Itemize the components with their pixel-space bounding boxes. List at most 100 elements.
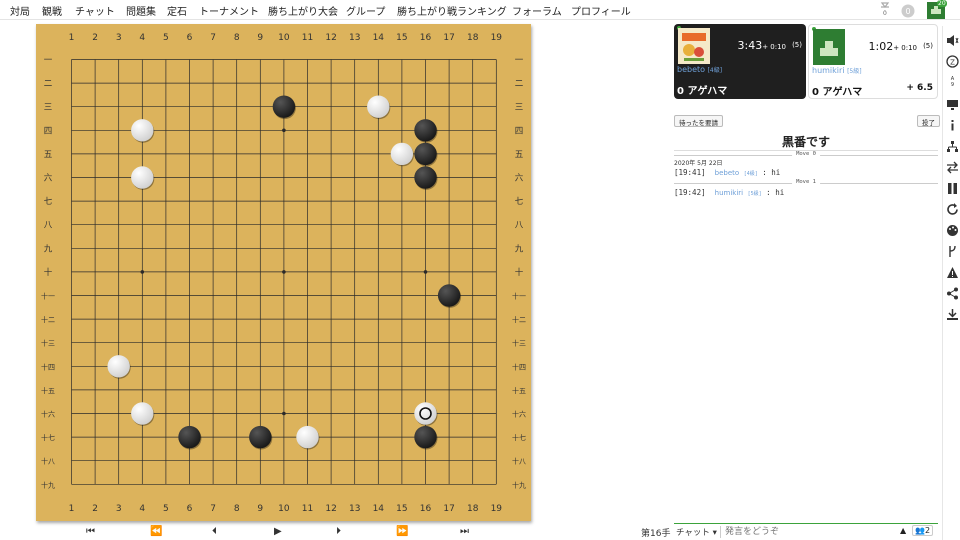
black-stone[interactable] [414, 142, 437, 166]
black-stone[interactable] [178, 425, 201, 449]
fork-icon[interactable] [946, 245, 959, 258]
column-label: 18 [467, 504, 479, 514]
black-stone[interactable] [249, 425, 272, 449]
white-stone[interactable] [390, 142, 414, 166]
chat-users-button[interactable]: 👥2 [912, 525, 934, 536]
column-label: 5 [163, 504, 169, 514]
black-player-clock: 3:43+ 0:10 [737, 39, 786, 52]
black-stone[interactable] [437, 284, 461, 307]
present-icon[interactable] [946, 98, 959, 111]
chat-username[interactable]: humikiri [715, 189, 743, 197]
chevron-up-icon[interactable]: ▲ [900, 526, 906, 535]
chat-message: [19:42] humikiri [5級] : hi [674, 188, 785, 197]
chat-username[interactable]: bebeto [715, 169, 740, 177]
go-board[interactable]: 1 1 2 2 3 3 4 4 5 5 6 6 7 7 8 8 9 9 10 10 11 11 12 12 13 13 14 14 15… [36, 24, 531, 521]
svg-text:9: 9 [951, 82, 954, 87]
white-stone[interactable] [107, 355, 130, 378]
resign-button[interactable]: 投了 [917, 115, 940, 127]
column-label: 8 [234, 33, 240, 43]
go-board-svg[interactable]: 1122334455667788991010111112121313141415… [36, 24, 531, 521]
white-captures: 0 アゲハマ [812, 87, 863, 98]
white-stone[interactable] [131, 402, 154, 425]
column-label: 4 [139, 504, 145, 514]
black-stone[interactable] [414, 425, 437, 449]
nav-groups[interactable]: グループ [346, 3, 385, 18]
row-label: 六 [515, 173, 524, 184]
nav-ladder-ranking[interactable]: 勝ち上がり戦ランキング [397, 3, 507, 18]
chat-date: 2020年 5月 22日 [674, 160, 723, 167]
refresh-icon[interactable] [946, 203, 959, 216]
info-icon[interactable] [946, 119, 959, 132]
komi-value: + 6.5 [906, 83, 933, 93]
column-label: 11 [302, 33, 313, 43]
download-icon[interactable] [946, 308, 959, 321]
first-move-button[interactable]: ⏮ [86, 526, 95, 537]
forward-ten-button[interactable]: ⏩ [396, 526, 408, 537]
white-player-avatar[interactable] [813, 29, 845, 65]
row-label: 十 [515, 267, 524, 278]
white-player-name[interactable]: humikiri [5級] [812, 66, 862, 75]
white-stone[interactable] [367, 95, 390, 118]
black-player-card[interactable]: bebeto [4級] 3:43+ 0:10 (5) 0 アゲハマ [674, 24, 806, 99]
nav-tournaments[interactable]: トーナメント [199, 3, 259, 18]
playback-controls: ⏮ ⏪ ⏴ ▶ ⏵ ⏩ ⏭ [36, 526, 531, 540]
tree-icon[interactable] [946, 140, 959, 153]
black-stone[interactable] [414, 119, 437, 142]
chat-input[interactable] [720, 526, 892, 538]
chat-channel-dropdown[interactable]: チャット ▾ [676, 526, 717, 538]
white-periods: (5) [923, 42, 933, 50]
share-icon[interactable] [946, 287, 959, 300]
row-label: 十二 [512, 315, 526, 324]
nav-profile[interactable]: プロフィール [571, 3, 631, 18]
white-stone[interactable] [131, 119, 154, 142]
white-stone[interactable] [414, 402, 437, 425]
font-size-icon[interactable]: A9 [946, 74, 959, 87]
column-label: 18 [467, 33, 479, 43]
nav-puzzles[interactable]: 問題集 [126, 3, 156, 18]
column-label: 5 [163, 33, 169, 43]
black-stone[interactable] [414, 166, 437, 189]
white-stone[interactable] [131, 166, 154, 189]
nav-ladder-tournament[interactable]: 勝ち上がり大会 [268, 3, 338, 18]
column-label: 7 [210, 33, 216, 43]
nav-forum[interactable]: フォーラム [512, 3, 562, 18]
row-label: 十五 [41, 386, 55, 395]
black-player-name[interactable]: bebeto [4級] [677, 65, 722, 74]
previous-move-button[interactable]: ⏴ [212, 526, 217, 537]
swap-icon[interactable] [946, 161, 959, 174]
black-player-avatar[interactable] [678, 28, 710, 64]
nav-chat[interactable]: チャット [75, 3, 115, 18]
column-label: 11 [302, 504, 313, 514]
row-label: 十七 [41, 433, 55, 442]
request-undo-button[interactable]: 待ったを要請 [674, 115, 723, 127]
nav-joseki[interactable]: 定石 [167, 3, 187, 18]
column-label: 4 [139, 33, 145, 43]
report-icon[interactable] [946, 266, 959, 279]
settings-circle-icon[interactable]: 0 [901, 3, 915, 22]
zen-mode-icon[interactable]: Z [946, 55, 959, 68]
nav-play[interactable]: 対局 [10, 3, 30, 18]
last-move-button[interactable]: ⏭ [460, 526, 469, 537]
column-label: 12 [325, 33, 336, 43]
palette-icon[interactable] [946, 224, 959, 237]
pause-icon[interactable] [946, 182, 959, 195]
column-label: 19 [491, 33, 503, 43]
row-label: 八 [515, 221, 524, 231]
row-label: 七 [515, 197, 524, 207]
column-label: 8 [234, 504, 240, 514]
users-icon: 👥 [915, 526, 925, 535]
play-button[interactable]: ▶ [274, 526, 282, 537]
move-number: 第16手 [641, 529, 671, 539]
row-label: 十七 [512, 433, 526, 442]
nav-watch[interactable]: 観戦 [42, 3, 62, 18]
row-label: 二 [515, 79, 524, 89]
column-label: 17 [443, 33, 454, 43]
row-label: 七 [44, 197, 53, 207]
black-stone[interactable] [272, 95, 296, 118]
next-move-button[interactable]: ⏵ [336, 526, 341, 537]
white-stone[interactable] [296, 425, 319, 449]
back-ten-button[interactable]: ⏪ [150, 526, 162, 537]
white-player-card[interactable]: humikiri [5級] 1:02+ 0:10 (5) 0 アゲハマ + 6.… [808, 24, 938, 99]
mute-icon[interactable] [946, 34, 959, 47]
column-label: 2 [92, 33, 98, 43]
